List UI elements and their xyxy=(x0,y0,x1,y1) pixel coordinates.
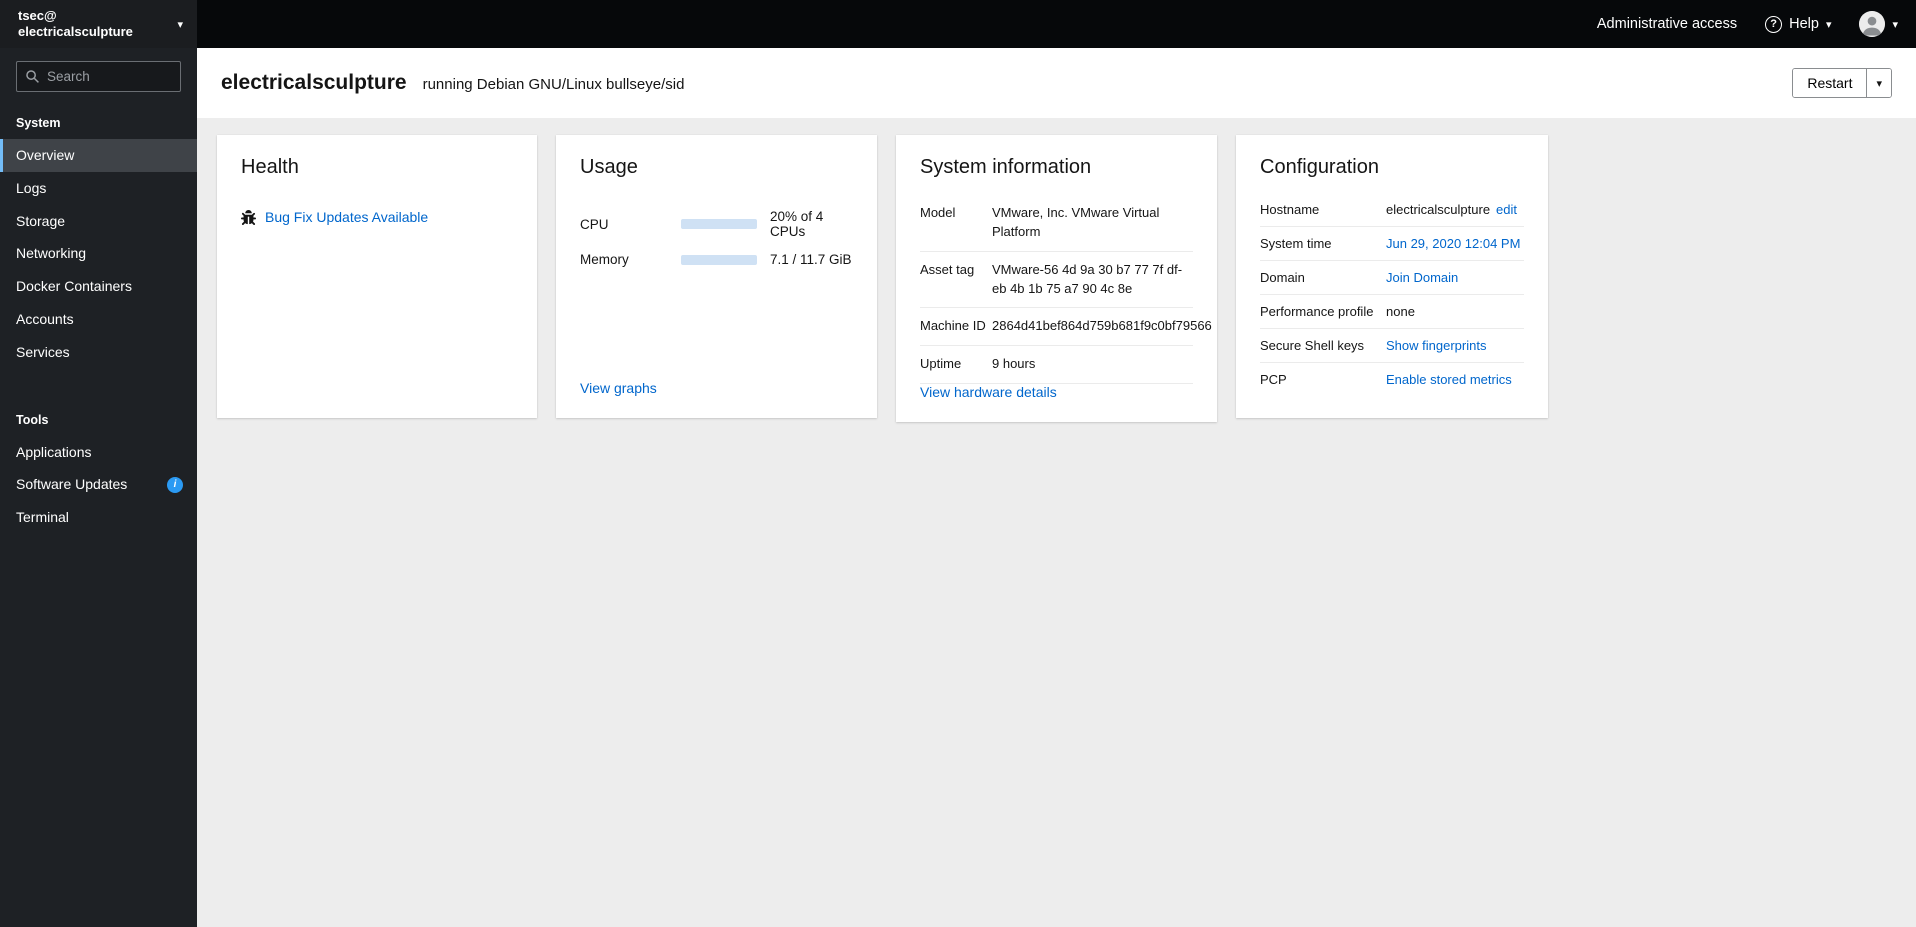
help-icon: ? xyxy=(1765,15,1783,33)
row-value: 9 hours xyxy=(992,356,1036,372)
sidebar-item-label: Software Updates xyxy=(16,476,128,493)
row-label: PCP xyxy=(1260,372,1287,387)
system-information-card: System information Model VMware, Inc. VM… xyxy=(896,135,1217,423)
sidebar-item-overview[interactable]: Overview xyxy=(0,139,197,172)
table-row-domain: Domain Join Domain xyxy=(1260,261,1524,295)
join-domain-link[interactable]: Join Domain xyxy=(1386,270,1458,285)
usage-card: Usage CPU 20% of 4 CPUs Memory 7.1 / 11.… xyxy=(556,135,877,418)
view-graphs-link[interactable]: View graphs xyxy=(580,380,853,396)
search-icon xyxy=(26,70,39,83)
sidebar-nav: System Overview Logs Storage Networking … xyxy=(0,98,197,534)
row-label: Performance profile xyxy=(1260,304,1374,319)
row-label: System time xyxy=(1260,236,1332,251)
main-column: Administrative access ? Help ▾ ▾ electri… xyxy=(197,0,1916,927)
bug-icon xyxy=(241,209,256,225)
cpu-value: 20% of 4 CPUs xyxy=(770,209,824,239)
restart-split-button: Restart ▾ xyxy=(1792,68,1892,98)
configuration-card-title: Configuration xyxy=(1260,156,1379,178)
row-label: Model xyxy=(920,205,956,220)
search-input[interactable] xyxy=(16,61,181,92)
host-name: electricalsculpture xyxy=(18,24,133,39)
show-fingerprints-link[interactable]: Show fingerprints xyxy=(1386,338,1486,353)
usage-card-title: Usage xyxy=(580,156,638,178)
nav-section-system: System xyxy=(16,116,61,130)
memory-usage-row: Memory 7.1 / 11.7 GiB xyxy=(580,252,853,267)
help-menu[interactable]: ? Help ▾ xyxy=(1765,15,1832,33)
memory-progress-bar xyxy=(681,254,757,265)
os-description: running Debian GNU/Linux bullseye/sid xyxy=(422,76,685,93)
sidebar-item-storage[interactable]: Storage xyxy=(0,205,197,238)
health-card-title: Health xyxy=(241,156,299,178)
memory-value: 7.1 / 11.7 GiB xyxy=(770,252,852,267)
administrative-access-button[interactable]: Administrative access xyxy=(1597,16,1737,32)
chevron-down-icon: ▾ xyxy=(1876,78,1882,90)
table-row-pcp: PCP Enable stored metrics xyxy=(1260,363,1524,396)
configuration-table: Hostname electricalsculpture edit System… xyxy=(1260,193,1524,396)
row-label: Machine ID xyxy=(920,318,986,334)
masthead: Administrative access ? Help ▾ ▾ xyxy=(197,0,1916,48)
sidebar: tsec@ electricalsculpture ▾ System Overv… xyxy=(0,0,197,927)
performance-profile-value: none xyxy=(1386,304,1415,319)
row-label: Hostname xyxy=(1260,202,1320,217)
chevron-down-icon: ▾ xyxy=(177,18,183,31)
view-hardware-details-link[interactable]: View hardware details xyxy=(920,384,1193,400)
memory-label: Memory xyxy=(580,252,629,267)
chevron-down-icon: ▾ xyxy=(1892,18,1898,31)
system-information-card-title: System information xyxy=(920,156,1092,178)
table-row: Model VMware, Inc. VMware Virtual Platfo… xyxy=(920,195,1193,252)
sidebar-item-applications[interactable]: Applications xyxy=(0,436,197,469)
sidebar-item-accounts[interactable]: Accounts xyxy=(0,303,197,336)
row-label: Domain xyxy=(1260,270,1305,285)
edit-hostname-link[interactable]: edit xyxy=(1496,202,1517,217)
cpu-label: CPU xyxy=(580,216,609,232)
host-user-menu[interactable]: tsec@ electricalsculpture ▾ xyxy=(0,0,197,48)
hostname-value: electricalsculpture xyxy=(1386,202,1491,217)
enable-stored-metrics-link[interactable]: Enable stored metrics xyxy=(1386,372,1512,387)
app-window: tsec@ electricalsculpture ▾ System Overv… xyxy=(0,0,1916,927)
host-line: electricalsculpture running Debian GNU/L… xyxy=(221,71,684,95)
table-row: Machine ID 2864d41bef864d759b681f9c0bf79… xyxy=(920,308,1212,347)
table-row-secure-shell-keys: Secure Shell keys Show fingerprints xyxy=(1260,329,1524,363)
sidebar-item-terminal[interactable]: Terminal xyxy=(0,501,197,534)
chevron-down-icon: ▾ xyxy=(1825,18,1832,31)
row-label: Secure Shell keys xyxy=(1260,338,1365,353)
sidebar-item-services[interactable]: Services xyxy=(0,336,197,369)
health-card: Health Bug Fix Updates Available xyxy=(217,135,537,418)
configuration-card: Configuration Hostname electricalsculptu… xyxy=(1236,135,1548,418)
host-user-label: tsec@ electricalsculpture xyxy=(18,8,133,41)
sidebar-item-docker-containers[interactable]: Docker Containers xyxy=(0,270,197,303)
table-row-hostname: Hostname electricalsculpture edit xyxy=(1260,193,1524,227)
info-icon: i xyxy=(167,476,183,493)
bug-fix-updates-link[interactable]: Bug Fix Updates Available xyxy=(265,209,428,225)
system-time-link[interactable]: Jun 29, 2020 12:04 PM xyxy=(1386,236,1520,251)
table-row: Asset tag VMware-56 4d 9a 30 b7 77 7f df… xyxy=(920,252,1193,309)
row-value: VMware, Inc. VMware Virtual Platform xyxy=(992,205,1160,239)
cpu-progress-bar xyxy=(681,219,757,229)
restart-dropdown-toggle[interactable]: ▾ xyxy=(1866,69,1891,97)
restart-button[interactable]: Restart xyxy=(1793,69,1867,97)
system-information-table: Model VMware, Inc. VMware Virtual Platfo… xyxy=(920,195,1212,385)
health-updates-row: Bug Fix Updates Available xyxy=(241,209,513,225)
row-label: Uptime xyxy=(920,356,962,372)
nav-section-tools: Tools xyxy=(16,412,49,427)
table-row: Uptime 9 hours xyxy=(920,346,1193,385)
sidebar-item-logs[interactable]: Logs xyxy=(0,172,197,205)
user-name: tsec@ xyxy=(18,7,57,23)
row-label: Asset tag xyxy=(920,261,975,277)
help-label: Help xyxy=(1789,16,1819,32)
sidebar-item-software-updates[interactable]: Software Updates i xyxy=(0,468,197,501)
sidebar-item-networking[interactable]: Networking xyxy=(0,237,197,270)
table-row-performance-profile: Performance profile none xyxy=(1260,295,1524,329)
cpu-usage-row: CPU 20% of 4 CPUs xyxy=(580,209,853,239)
search-box xyxy=(16,61,181,92)
usage-rows: CPU 20% of 4 CPUs Memory 7.1 / 11.7 GiB xyxy=(580,209,853,267)
avatar xyxy=(1859,11,1886,37)
session-menu[interactable]: ▾ xyxy=(1859,11,1898,37)
overview-content: Health Bug Fix Updates Available Usage C… xyxy=(197,118,1916,927)
table-row-system-time: System time Jun 29, 2020 12:04 PM xyxy=(1260,227,1524,261)
page-title: electricalsculpture xyxy=(221,71,407,94)
row-value: 2864d41bef864d759b681f9c0bf79566 xyxy=(992,318,1212,334)
row-value: VMware-56 4d 9a 30 b7 77 7f df-eb 4b 1b … xyxy=(992,261,1183,296)
content-header: electricalsculpture running Debian GNU/L… xyxy=(197,48,1916,118)
